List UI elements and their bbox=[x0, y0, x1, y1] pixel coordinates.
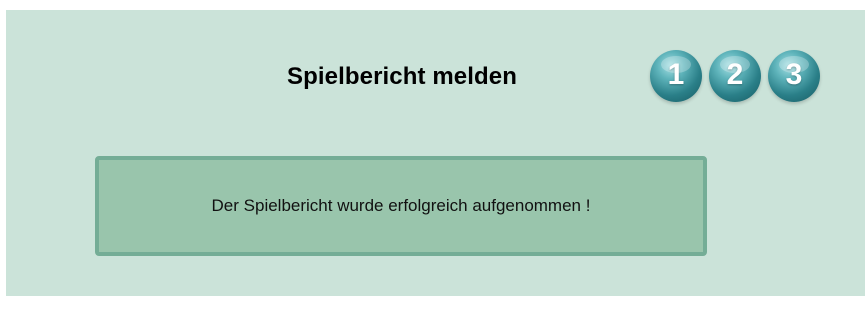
step-indicator: 1 2 3 bbox=[650, 50, 820, 104]
step-3-label: 3 bbox=[785, 58, 803, 91]
content-panel: Spielbericht melden 1 2 3 Der Spielberic… bbox=[6, 10, 865, 296]
step-2-label: 2 bbox=[726, 58, 744, 91]
page-title: Spielbericht melden bbox=[287, 63, 517, 90]
step-3-button[interactable]: 3 bbox=[768, 50, 820, 102]
step-1-label: 1 bbox=[667, 58, 685, 91]
step-2-button[interactable]: 2 bbox=[709, 50, 761, 102]
success-message-text: Der Spielbericht wurde erfolgreich aufge… bbox=[211, 196, 591, 215]
step-1-button[interactable]: 1 bbox=[650, 50, 702, 102]
success-message-box: Der Spielbericht wurde erfolgreich aufge… bbox=[95, 156, 707, 256]
